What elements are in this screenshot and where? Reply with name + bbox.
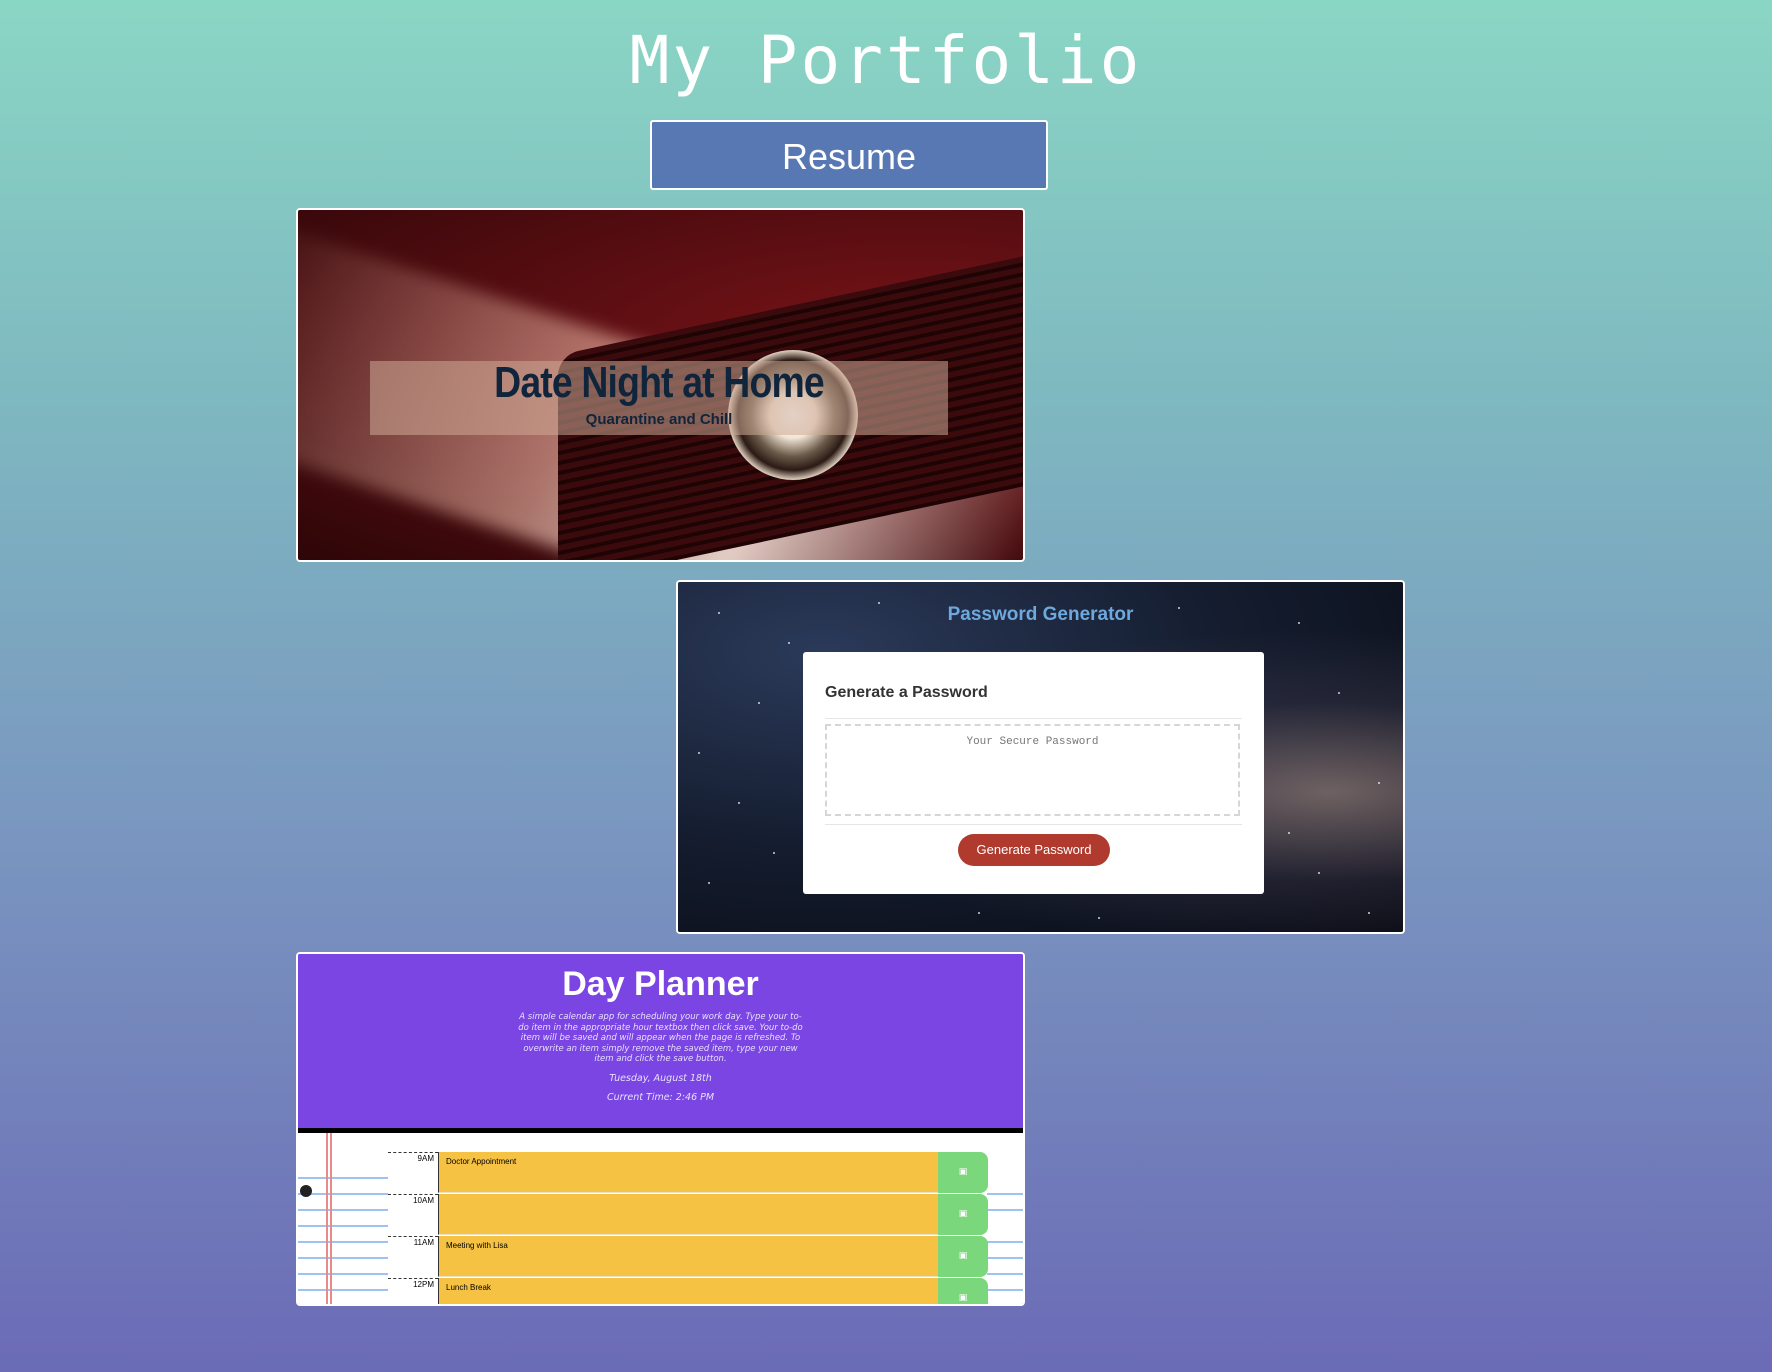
paper-line [987, 1289, 1023, 1291]
floppy-disk-icon: ▣ [938, 1194, 988, 1235]
paper-margin-line [330, 1133, 332, 1304]
planner-row-9am: 9AM Doctor Appointment ▣ [388, 1152, 988, 1194]
paper-line [298, 1241, 388, 1243]
hour-label: 12PM [388, 1278, 438, 1304]
paper-line [298, 1257, 388, 1259]
project-card-password-generator[interactable]: Password Generator Generate a Password Y… [676, 580, 1405, 934]
paper-line [298, 1209, 388, 1211]
date-night-subtitle: Quarantine and Chill [585, 411, 733, 428]
paper-line [987, 1241, 1023, 1243]
binder-hole [300, 1185, 312, 1197]
password-generator-header: Password Generator [947, 604, 1134, 625]
paper-line [987, 1273, 1023, 1275]
floppy-disk-icon: ▣ [938, 1152, 988, 1193]
planner-row-11am: 11AM Meeting with Lisa ▣ [388, 1236, 988, 1278]
paper-line [298, 1289, 388, 1291]
password-output-field: Your Secure Password [825, 724, 1240, 816]
task-textbox: Lunch Break [438, 1278, 938, 1304]
floppy-disk-icon: ▣ [938, 1236, 988, 1277]
paper-line [298, 1177, 388, 1179]
task-textbox: Doctor Appointment [438, 1152, 938, 1193]
page-title: My Portfolio [629, 22, 1143, 99]
day-planner-time: Current Time: 2:46 PM [606, 1091, 715, 1103]
resume-button[interactable]: Resume [650, 120, 1048, 190]
paper-margin-line [326, 1133, 328, 1304]
task-textbox [438, 1194, 938, 1235]
task-textbox: Meeting with Lisa [438, 1236, 938, 1277]
generate-password-button: Generate Password [958, 834, 1110, 866]
day-planner-description: A simple calendar app for scheduling you… [518, 1012, 803, 1064]
date-night-title: Date Night at Home [494, 358, 825, 407]
project-card-date-night[interactable]: Date Night at Home Quarantine and Chill [296, 208, 1025, 562]
divider [825, 824, 1242, 825]
paper-line [298, 1225, 388, 1227]
planner-row-12pm: 12PM Lunch Break ▣ [388, 1278, 988, 1304]
date-night-banner: Date Night at Home Quarantine and Chill [370, 361, 948, 435]
paper-line [987, 1257, 1023, 1259]
notebook-paper: 9AM Doctor Appointment ▣ 10AM ▣ 11AM Mee… [298, 1133, 1023, 1304]
password-panel-title: Generate a Password [825, 684, 988, 701]
paper-line [987, 1193, 1023, 1195]
planner-row-10am: 10AM ▣ [388, 1194, 988, 1236]
day-planner-header: Day Planner A simple calendar app for sc… [298, 954, 1023, 1128]
password-panel: Generate a Password Your Secure Password… [803, 652, 1264, 894]
day-planner-date: Tuesday, August 18th [609, 1072, 712, 1084]
day-planner-title: Day Planner [562, 965, 759, 1003]
floppy-disk-icon: ▣ [938, 1278, 988, 1304]
hour-label: 10AM [388, 1194, 438, 1235]
project-card-day-planner[interactable]: Day Planner A simple calendar app for sc… [296, 952, 1025, 1306]
paper-line [298, 1273, 388, 1275]
hour-label: 11AM [388, 1236, 438, 1277]
hour-label: 9AM [388, 1152, 438, 1193]
paper-line [987, 1209, 1023, 1211]
divider [825, 718, 1242, 719]
